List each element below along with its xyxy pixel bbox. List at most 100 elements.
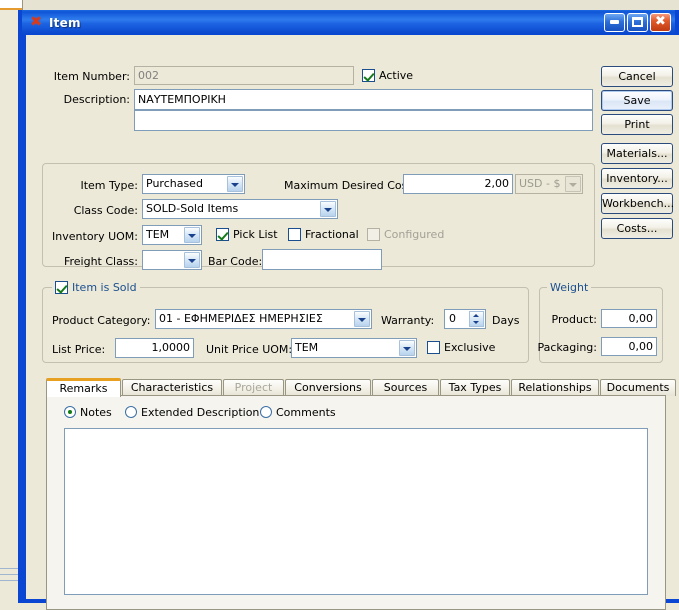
background-window-titlebar (0, 0, 22, 8)
chevron-down-icon[interactable] (399, 340, 415, 356)
weight-group-title: Weight (547, 281, 592, 294)
chevron-down-icon[interactable] (184, 227, 200, 243)
warranty-units-label: Days (492, 314, 520, 327)
bar-code-input[interactable] (262, 249, 382, 270)
list-price-label: List Price: (52, 343, 106, 356)
checkbox-box (367, 228, 380, 241)
warranty-stepper[interactable]: 0 (444, 309, 486, 329)
app-x-icon: ✖ ✖ (30, 14, 44, 30)
description-label: Description: (63, 93, 130, 106)
close-button[interactable]: ✖ (650, 13, 671, 32)
item-number-input[interactable]: 002 (134, 66, 354, 85)
checkbox-box (55, 281, 68, 294)
fractional-label: Fractional (305, 228, 359, 241)
chevron-down-icon[interactable] (354, 311, 370, 327)
unit-price-uom-select[interactable]: TEM (291, 338, 417, 358)
item-is-sold-label: Item is Sold (72, 281, 137, 294)
save-button[interactable]: Save (601, 90, 673, 111)
minimize-button[interactable] (604, 13, 625, 32)
checkbox-box (362, 69, 375, 82)
inventory-button[interactable]: Inventory... (601, 168, 673, 189)
freight-class-select[interactable] (142, 250, 202, 270)
description-input-line1[interactable]: ΝΑΥΤΕΜΠΟΡΙΚΗ (134, 89, 593, 110)
active-label: Active (379, 69, 414, 82)
checkbox-box (288, 228, 301, 241)
radio-extended-description[interactable]: Extended Description (125, 406, 259, 419)
tab-panel-remarks: Notes Extended Description Comments (46, 395, 666, 610)
checkbox-box (216, 228, 229, 241)
pick-list-checkbox[interactable]: Pick List (216, 228, 278, 241)
fractional-checkbox[interactable]: Fractional (288, 228, 359, 241)
warranty-value: 0 (449, 312, 456, 325)
inventory-uom-select[interactable]: TEM (142, 225, 202, 245)
chevron-down-icon[interactable] (565, 176, 581, 192)
minimize-icon (610, 20, 619, 24)
close-icon: ✖ (655, 14, 666, 29)
warranty-label: Warranty: (381, 314, 435, 327)
exclusive-checkbox[interactable]: Exclusive (427, 341, 495, 354)
weight-packaging-input[interactable]: 0,00 (601, 337, 657, 356)
item-type-select[interactable]: Purchased (142, 174, 245, 194)
class-code-select[interactable]: SOLD-Sold Items (142, 199, 338, 219)
maximum-desired-cost-label: Maximum Desired Cost: (284, 179, 416, 192)
maximum-desired-cost-input[interactable]: 2,00 (403, 174, 513, 194)
list-price-input[interactable]: 1,0000 (115, 338, 194, 358)
bar-code-label: Bar Code: (208, 255, 263, 268)
workbench-button[interactable]: Workbench... (601, 193, 674, 214)
class-code-label: Class Code: (73, 204, 138, 217)
radio-notes[interactable]: Notes (64, 406, 112, 419)
maximize-icon (632, 17, 643, 27)
radio-comments-label: Comments (276, 406, 336, 419)
item-window: ✖ ✖ Item ✖ Item Number: 002 Active Descr… (18, 10, 679, 610)
weight-product-input[interactable]: 0,00 (601, 309, 657, 328)
product-category-label: Product Category: (52, 314, 151, 327)
currency-select[interactable]: USD - $ (515, 174, 583, 194)
chevron-down-icon[interactable] (320, 201, 336, 217)
weight-product-label: Product: (551, 313, 597, 326)
tab-tax-types[interactable]: Tax Types (440, 379, 510, 396)
active-checkbox[interactable]: Active (362, 69, 413, 82)
radio-button (125, 406, 137, 418)
configured-label: Configured (384, 228, 445, 241)
notes-textarea[interactable] (64, 428, 648, 595)
window-controls: ✖ (604, 13, 675, 32)
description-input-line2[interactable] (134, 110, 593, 131)
tab-strip: Remarks Characteristics Project Conversi… (46, 378, 676, 397)
tab-sources[interactable]: Sources (372, 379, 439, 396)
checkbox-box (427, 341, 440, 354)
tab-conversions[interactable]: Conversions (285, 379, 371, 396)
cancel-button[interactable]: Cancel (601, 66, 673, 87)
class-code-value: SOLD-Sold Items (146, 202, 239, 215)
tab-documents[interactable]: Documents (600, 379, 676, 396)
currency-value: USD - $ (519, 177, 561, 190)
window-title: Item (49, 15, 81, 30)
radio-button (64, 406, 76, 418)
chevron-down-icon[interactable] (227, 176, 243, 192)
print-button[interactable]: Print (601, 114, 673, 135)
background-window-lines (0, 560, 20, 600)
maximize-button[interactable] (627, 13, 648, 32)
item-type-value: Purchased (146, 177, 203, 190)
tab-characteristics[interactable]: Characteristics (122, 379, 222, 396)
unit-price-uom-label: Unit Price UOM: (206, 343, 293, 356)
radio-notes-label: Notes (80, 406, 112, 419)
chevron-down-icon[interactable] (184, 252, 200, 268)
tab-remarks[interactable]: Remarks (46, 378, 121, 397)
pick-list-label: Pick List (233, 228, 278, 241)
item-is-sold-checkbox[interactable]: Item is Sold (52, 281, 140, 294)
tab-relationships[interactable]: Relationships (511, 379, 599, 396)
radio-button (260, 406, 272, 418)
product-category-value: 01 - ΕΦΗΜΕΡΙΔΕΣ ΗΜΕΡΗΣΙΕΣ (159, 312, 323, 325)
product-category-select[interactable]: 01 - ΕΦΗΜΕΡΙΔΕΣ ΗΜΕΡΗΣΙΕΣ (155, 309, 372, 329)
spinner-arrows-icon[interactable] (469, 311, 484, 327)
item-type-label: Item Type: (80, 179, 138, 192)
materials-button[interactable]: Materials... (601, 143, 673, 164)
inventory-uom-label: Inventory UOM: (52, 230, 138, 243)
window-titlebar[interactable]: ✖ ✖ Item ✖ (22, 10, 675, 35)
freight-class-label: Freight Class: (63, 255, 138, 268)
costs-button[interactable]: Costs... (601, 218, 673, 239)
radio-comments[interactable]: Comments (260, 406, 336, 419)
item-number-label: Item Number: (53, 70, 130, 83)
weight-packaging-label: Packaging: (537, 341, 597, 354)
exclusive-label: Exclusive (444, 341, 496, 354)
